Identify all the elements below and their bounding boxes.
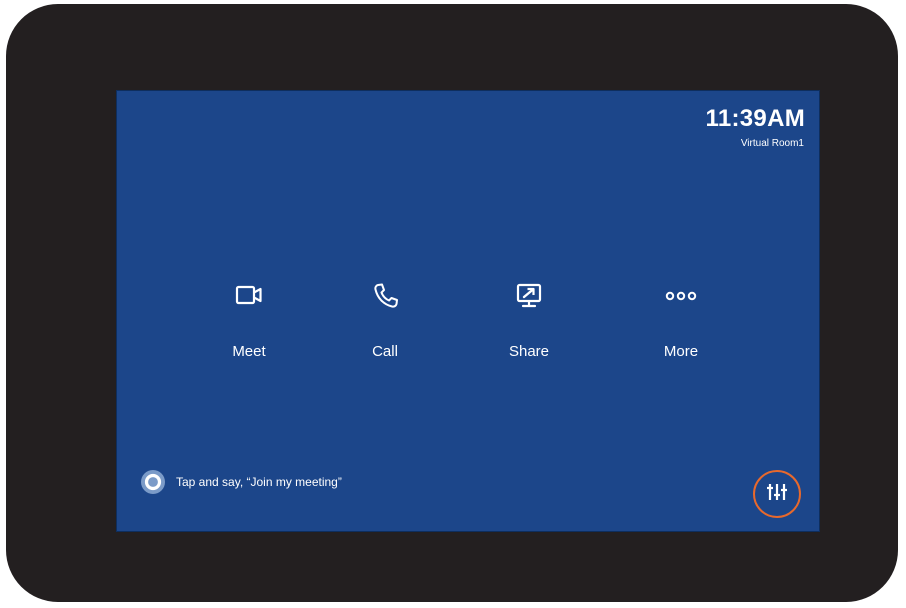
device-bezel: 11:39AM Virtual Room1 Meet Call Share Mo… (6, 4, 898, 602)
meet-button[interactable]: Meet (204, 279, 294, 363)
clock-time: 11:39AM (705, 105, 805, 132)
share-label: Share (508, 343, 550, 360)
phone-icon (365, 279, 405, 313)
share-screen-icon (509, 279, 549, 313)
room-name: Virtual Room1 (740, 138, 804, 149)
settings-button[interactable] (753, 470, 801, 518)
call-label: Call (372, 343, 398, 360)
cortana-ring-icon[interactable] (141, 470, 165, 494)
more-button[interactable]: More (636, 279, 726, 363)
share-button[interactable]: Share (484, 279, 574, 363)
call-button[interactable]: Call (340, 279, 430, 363)
sliders-icon (765, 482, 789, 507)
cortana-prompt[interactable]: Tap and say, “Join my meeting” (141, 469, 342, 495)
meet-label: Meet (232, 343, 266, 360)
home-screen: 11:39AM Virtual Room1 Meet Call Share Mo… (116, 90, 820, 532)
video-camera-icon (229, 279, 269, 313)
more-dots-icon (661, 279, 701, 313)
more-label: More (663, 343, 699, 360)
cortana-prompt-text: Tap and say, “Join my meeting” (176, 475, 342, 489)
